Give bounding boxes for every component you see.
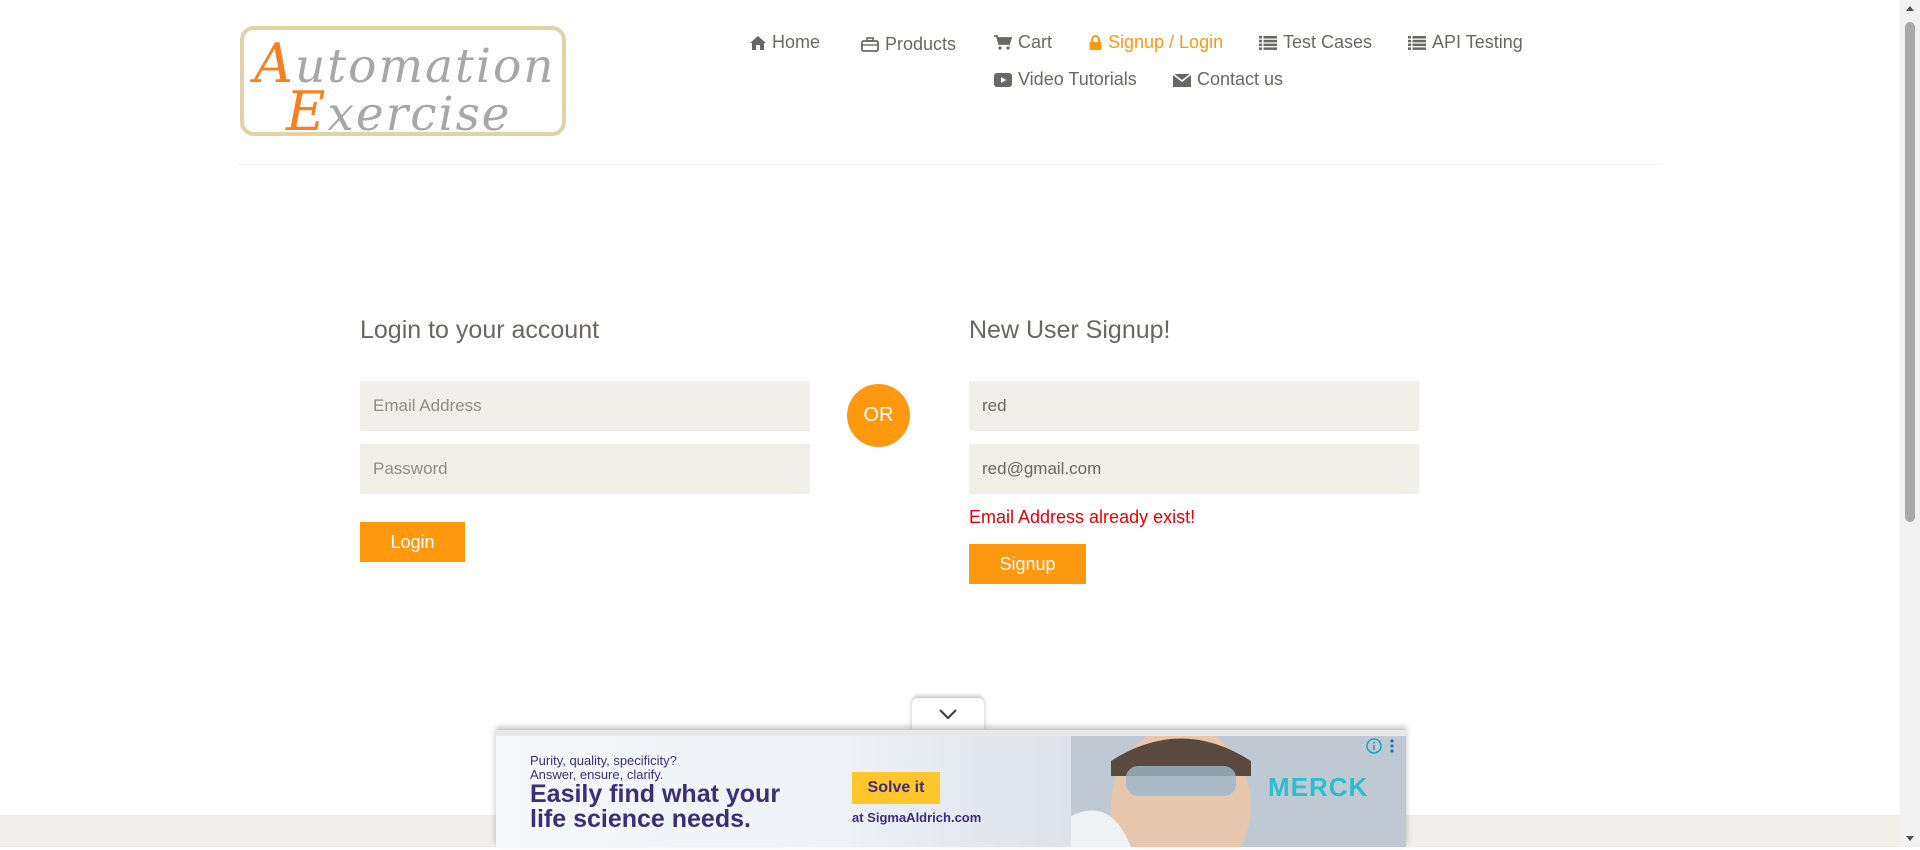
ad-collapse-toggle[interactable]: [912, 698, 984, 732]
signup-email-input[interactable]: [969, 444, 1419, 494]
briefcase-icon: [861, 37, 879, 52]
scroll-up-arrow-icon[interactable]: [1903, 2, 1917, 16]
signup-heading: New User Signup!: [969, 316, 1171, 344]
scroll-down-arrow-icon[interactable]: [1903, 831, 1917, 845]
nav-contact-us-label: Contact us: [1197, 69, 1284, 89]
envelope-icon: [1173, 72, 1191, 87]
nav-test-cases[interactable]: Test Cases: [1259, 32, 1372, 53]
list-icon: [1408, 35, 1426, 50]
nav-cart[interactable]: Cart: [994, 32, 1052, 53]
scrollbar-thumb[interactable]: [1905, 22, 1915, 522]
ad-tagline-line-1: Purity, quality, specificity?: [530, 753, 677, 768]
ad-brand-logo: MERCK: [1268, 772, 1369, 802]
site-logo[interactable]: Automation Exercise: [240, 26, 566, 143]
chevron-down-icon: [939, 706, 957, 724]
info-icon[interactable]: [1366, 738, 1382, 759]
login-button[interactable]: Login: [360, 522, 465, 562]
or-divider-badge: OR: [847, 384, 910, 447]
advertisement-banner[interactable]: Purity, quality, specificity? Answer, en…: [496, 730, 1406, 847]
login-email-input[interactable]: [360, 381, 810, 431]
more-vertical-icon[interactable]: [1389, 738, 1395, 759]
ad-headline-line-2: life science needs.: [530, 805, 751, 833]
nav-contact-us[interactable]: Contact us: [1173, 69, 1283, 90]
nav-video-tutorials[interactable]: Video Tutorials: [994, 69, 1137, 90]
nav-video-tutorials-label: Video Tutorials: [1018, 69, 1137, 89]
signup-error-message: Email Address already exist!: [969, 507, 1196, 527]
header-divider: [238, 164, 1662, 165]
youtube-icon: [994, 72, 1012, 87]
ad-cta-button[interactable]: Solve it: [852, 772, 940, 804]
signup-name-input[interactable]: [969, 381, 1419, 431]
ad-url: at SigmaAldrich.com: [852, 810, 982, 825]
ad-headline: Easily find what your life science needs…: [530, 782, 780, 832]
nav-products[interactable]: Products: [861, 34, 956, 55]
logo-line-2: Exercise: [286, 80, 512, 143]
lock-icon: [1089, 35, 1102, 50]
nav-api-testing-label: API Testing: [1432, 32, 1523, 52]
nav-api-testing[interactable]: API Testing: [1408, 32, 1523, 53]
nav-products-label: Products: [885, 34, 957, 54]
list-icon: [1259, 35, 1277, 50]
ad-headline-line-1: Easily find what your: [530, 780, 781, 808]
nav-test-cases-label: Test Cases: [1283, 32, 1373, 52]
nav-home-label: Home: [772, 32, 821, 52]
ad-tagline: Purity, quality, specificity? Answer, en…: [530, 754, 677, 782]
home-icon: [750, 35, 766, 50]
cart-icon: [994, 35, 1012, 50]
login-password-input[interactable]: [360, 444, 810, 494]
nav-cart-label: Cart: [1018, 32, 1053, 52]
nav-signup-login-label: Signup / Login: [1108, 32, 1224, 52]
signup-button[interactable]: Signup: [969, 544, 1086, 584]
nav-home[interactable]: Home: [750, 32, 820, 53]
login-heading: Login to your account: [360, 316, 600, 344]
nav-signup-login[interactable]: Signup / Login: [1089, 32, 1223, 53]
